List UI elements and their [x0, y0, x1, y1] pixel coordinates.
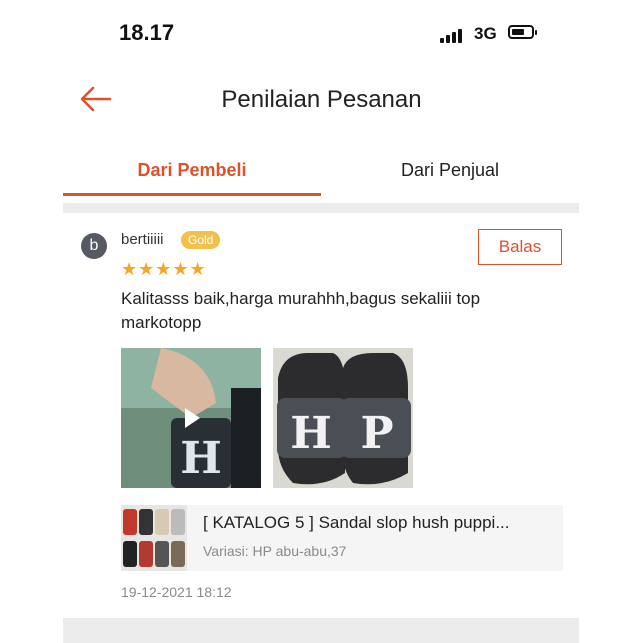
rating-stars: ★★★★★: [121, 259, 207, 279]
review-comment: Kalitasss baik,harga murahhh,bagus sekal…: [121, 289, 481, 332]
avatar[interactable]: b: [81, 233, 107, 259]
battery-icon: [508, 25, 537, 39]
product-variant: Variasi: HP abu-abu,37: [203, 543, 347, 559]
review-photo[interactable]: H P: [273, 348, 413, 488]
member-badge: Gold: [181, 231, 221, 249]
status-bar: 18.17 3G: [0, 0, 643, 60]
review-video-thumbnail[interactable]: H: [121, 348, 261, 488]
signal-icon: [440, 27, 468, 43]
section-divider: [63, 203, 579, 213]
tab-label: Dari Penjual: [400, 160, 500, 180]
product-name: [ KATALOG 5 ] Sandal slop hush puppi...: [203, 513, 510, 532]
tab-from-buyer[interactable]: Dari Pembeli: [63, 140, 321, 200]
tab-label: Dari Pembeli: [137, 160, 247, 180]
reviewer-name: bertiiiii: [121, 231, 164, 248]
section-divider-bottom: [63, 618, 579, 643]
play-icon: [185, 408, 200, 428]
review-card: b bertiiiii Gold Balas ★★★★★ Kalitasss b…: [63, 213, 579, 618]
product-thumbnail: [121, 505, 187, 571]
reply-button[interactable]: Balas: [478, 229, 562, 265]
tab-bar: Dari Pembeli Dari Penjual: [63, 140, 579, 204]
svg-text:P: P: [360, 408, 393, 459]
product-link[interactable]: [ KATALOG 5 ] Sandal slop hush puppi... …: [121, 505, 563, 571]
page-header: Penilaian Pesanan: [0, 70, 643, 130]
review-date: 19-12-2021 18:12: [121, 584, 232, 600]
svg-text:H: H: [290, 408, 332, 459]
back-button[interactable]: [78, 84, 114, 114]
arrow-left-icon: [80, 86, 112, 112]
network-type: 3G: [474, 24, 497, 43]
sandal-photo: H P: [273, 348, 413, 488]
svg-text:H: H: [180, 433, 222, 484]
active-tab-indicator: [63, 193, 321, 196]
status-time: 18.17: [119, 20, 175, 45]
tab-from-seller[interactable]: Dari Penjual: [321, 140, 579, 200]
